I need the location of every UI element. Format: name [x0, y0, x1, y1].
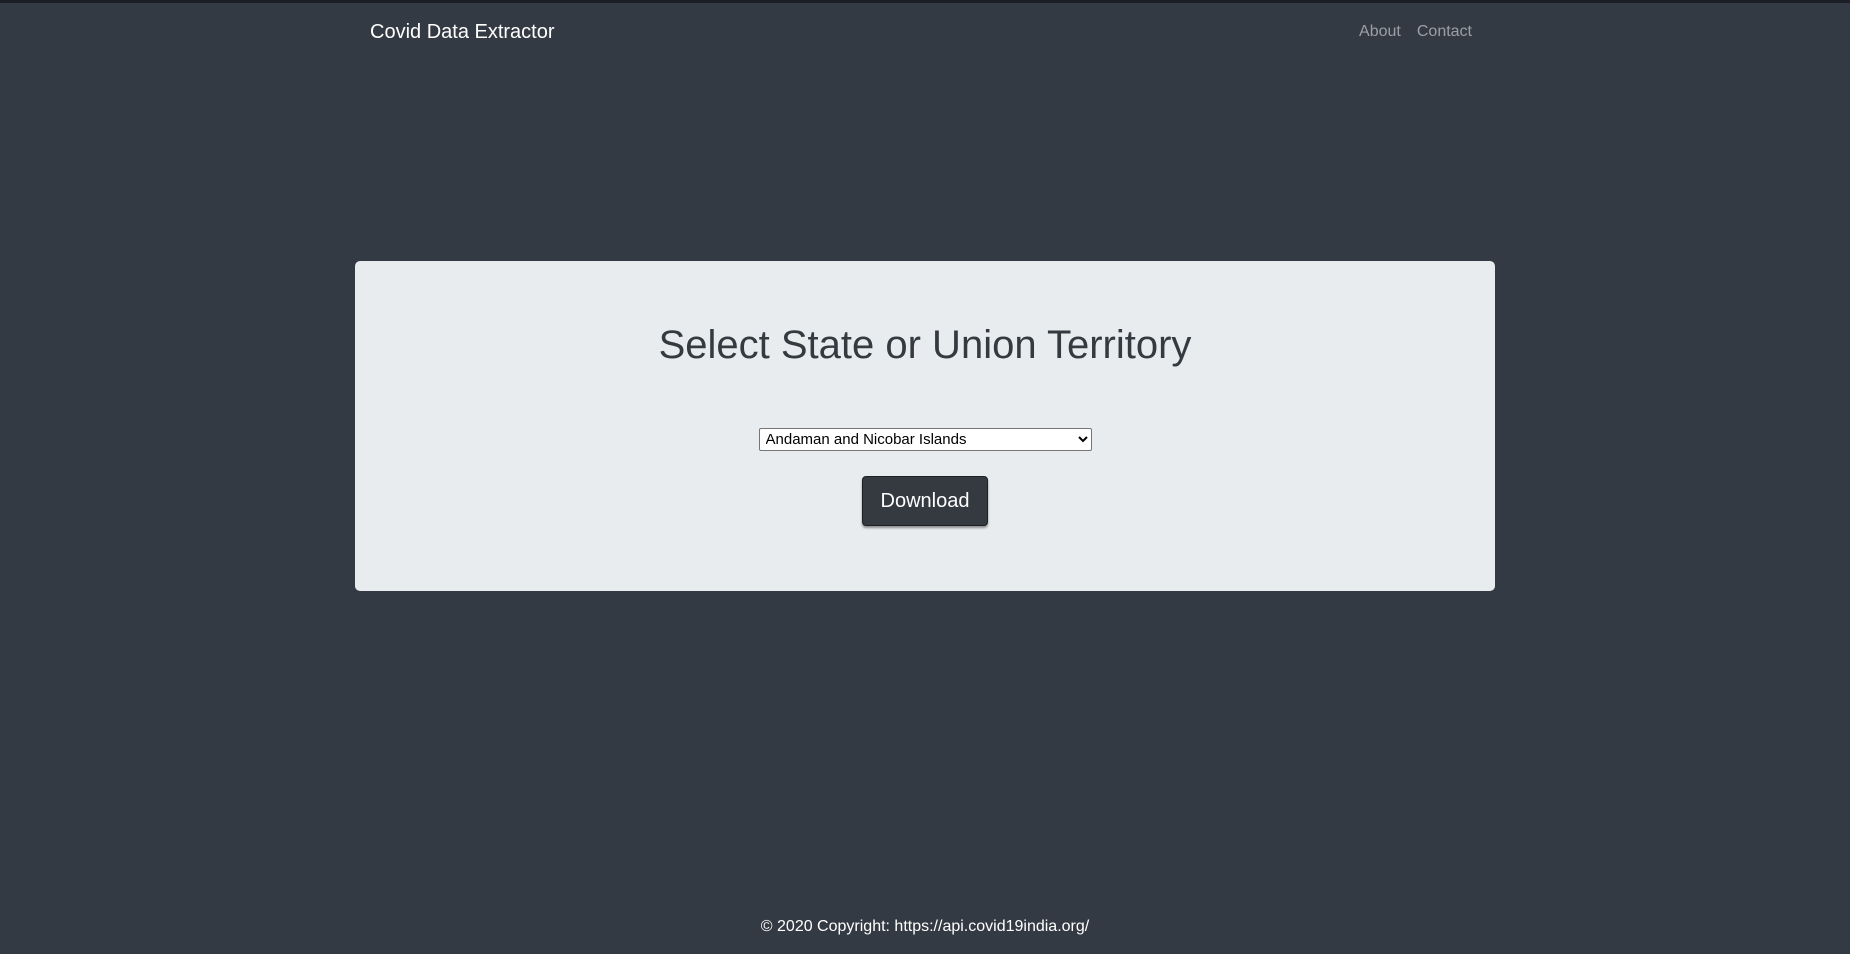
- page-title: Select State or Union Territory: [658, 323, 1192, 367]
- brand-link[interactable]: Covid Data Extractor: [370, 21, 555, 44]
- nav-link-about[interactable]: About: [1359, 23, 1401, 41]
- nav-link-contact[interactable]: Contact: [1417, 23, 1472, 41]
- nav-links: About Contact: [1359, 23, 1472, 41]
- download-button[interactable]: Download: [862, 476, 988, 526]
- navbar: Covid Data Extractor About Contact: [370, 3, 1480, 61]
- state-select[interactable]: Andaman and Nicobar Islands: [758, 428, 1092, 451]
- selection-panel: Select State or Union Territory Andaman …: [355, 261, 1495, 591]
- copyright-text: © 2020 Copyright: https://api.covid19ind…: [760, 918, 1090, 935]
- footer: © 2020 Copyright: https://api.covid19ind…: [0, 900, 1850, 954]
